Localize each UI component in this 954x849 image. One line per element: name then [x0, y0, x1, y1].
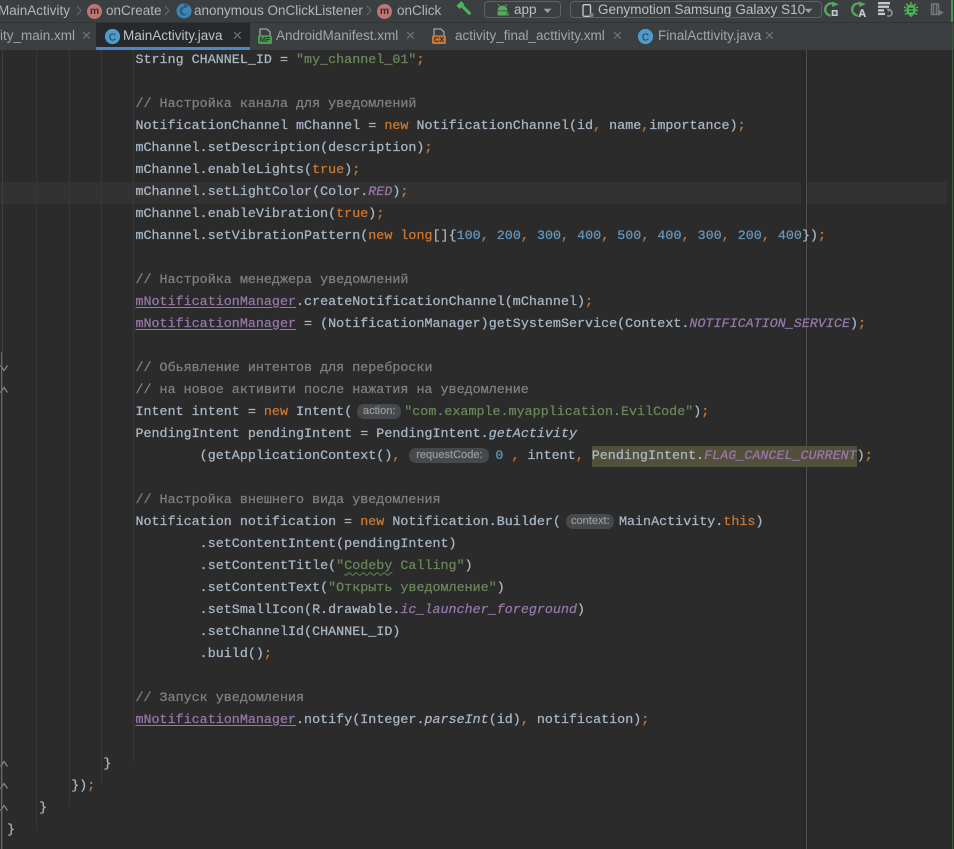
svg-text:C: C [109, 33, 116, 44]
svg-text:MF: MF [260, 35, 271, 44]
svg-text:C: C [642, 33, 649, 44]
svg-text:CX: CX [434, 35, 444, 44]
